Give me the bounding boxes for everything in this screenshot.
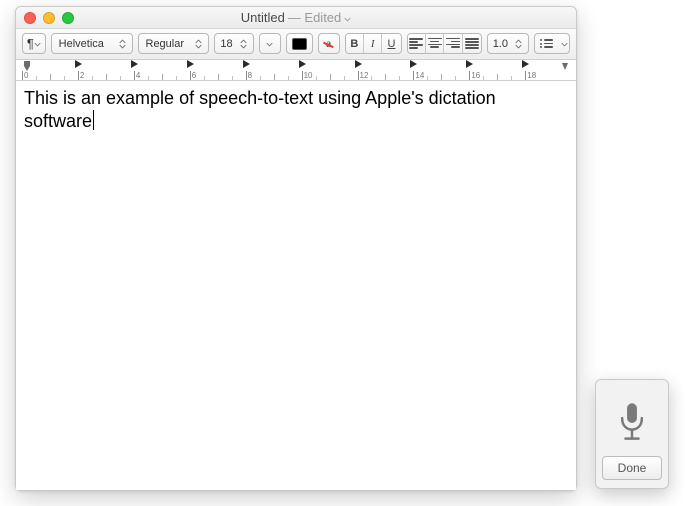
tab-stop-marker[interactable]	[75, 60, 82, 68]
close-button[interactable]	[24, 12, 36, 24]
align-justify-icon	[465, 38, 479, 49]
ruler[interactable]: 0 2 4 6 8 10 12 14 16 18	[16, 60, 576, 81]
bold-button[interactable]: B	[346, 34, 364, 53]
ruler-label: 4	[136, 71, 140, 80]
text-style-group: B I U	[345, 33, 402, 54]
text-color-button[interactable]	[286, 33, 313, 54]
tab-stop-marker[interactable]	[131, 60, 138, 68]
text-cursor	[93, 110, 94, 130]
font-size-select[interactable]: 18	[214, 33, 253, 54]
stepper-arrows-icon	[192, 39, 205, 49]
ruler-label: 0	[24, 71, 28, 80]
microphone-icon[interactable]	[615, 390, 649, 456]
align-right-icon	[446, 38, 460, 49]
font-size-value: 18	[220, 38, 232, 50]
font-family-value: Helvetica	[59, 38, 112, 50]
font-style-value: Regular	[146, 38, 189, 50]
tab-stop-marker[interactable]	[522, 60, 529, 68]
highlight-toggle-button[interactable]: a	[318, 33, 340, 54]
document-text: This is an example of speech-to-text usi…	[24, 88, 496, 131]
align-left-icon	[409, 38, 423, 49]
ruler-label: 2	[80, 71, 84, 80]
formatting-toolbar: ¶ Helvetica Regular 18	[16, 29, 576, 60]
tab-stop-marker[interactable]	[187, 60, 194, 68]
ruler-label: 8	[248, 71, 252, 80]
alignment-group	[407, 33, 482, 54]
right-indent-marker[interactable]	[560, 60, 570, 78]
align-center-button[interactable]	[426, 34, 444, 53]
ruler-label: 10	[304, 71, 313, 80]
document-area[interactable]: This is an example of speech-to-text usi…	[16, 81, 576, 490]
underline-button[interactable]: U	[382, 34, 400, 53]
list-icon	[540, 39, 553, 48]
align-center-icon	[428, 38, 442, 49]
stepper-arrows-icon	[512, 39, 525, 49]
ruler-label: 6	[192, 71, 196, 80]
line-spacing-select[interactable]: 1.0	[487, 33, 529, 54]
zoom-button[interactable]	[62, 12, 74, 24]
titlebar[interactable]: Untitled — Edited	[16, 7, 576, 29]
list-style-select[interactable]	[534, 33, 570, 54]
ruler-label: 14	[415, 71, 424, 80]
tab-stop-marker[interactable]	[466, 60, 473, 68]
tab-stop-marker[interactable]	[410, 60, 417, 68]
ruler-label: 18	[527, 71, 536, 80]
tab-stop-marker[interactable]	[299, 60, 306, 68]
document-status: — Edited	[288, 10, 341, 25]
align-right-button[interactable]	[444, 34, 462, 53]
color-swatch-icon	[292, 38, 307, 50]
ruler-label: 16	[471, 71, 480, 80]
minimize-button[interactable]	[43, 12, 55, 24]
font-size-menu[interactable]	[259, 33, 281, 54]
paragraph-styles-button[interactable]: ¶	[22, 33, 46, 54]
strike-a-icon: a	[326, 36, 331, 51]
dictation-popover: Done	[595, 379, 669, 489]
line-spacing-value: 1.0	[493, 38, 508, 50]
chevron-down-icon	[561, 38, 568, 50]
window-controls	[16, 12, 74, 24]
stepper-arrows-icon	[116, 39, 129, 49]
done-button[interactable]: Done	[602, 456, 662, 480]
document-title: Untitled	[241, 10, 285, 25]
done-label: Done	[618, 461, 647, 475]
font-family-select[interactable]: Helvetica	[51, 33, 133, 54]
textedit-window: Untitled — Edited ¶ Helvetica Regular 18	[15, 6, 577, 491]
chevron-down-icon	[34, 38, 41, 50]
title-menu-chevron-icon[interactable]	[344, 10, 351, 25]
font-style-select[interactable]: Regular	[138, 33, 210, 54]
align-justify-button[interactable]	[463, 34, 481, 53]
tab-stop-marker[interactable]	[243, 60, 250, 68]
window-title: Untitled — Edited	[16, 10, 576, 25]
stepper-arrows-icon	[237, 39, 250, 49]
tab-stop-marker[interactable]	[355, 60, 362, 68]
align-left-button[interactable]	[408, 34, 426, 53]
italic-button[interactable]: I	[364, 34, 382, 53]
ruler-label: 12	[360, 71, 369, 80]
chevron-down-icon	[266, 38, 273, 50]
